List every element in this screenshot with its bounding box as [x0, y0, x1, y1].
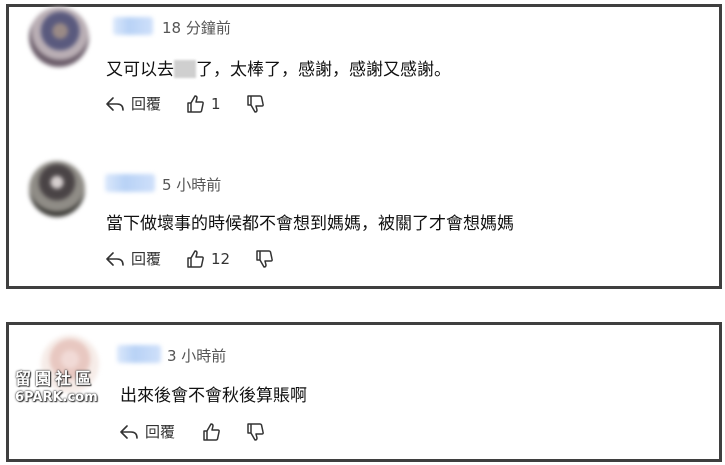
comment-text-part: 又可以去: [106, 60, 174, 80]
reply-label: 回覆: [145, 423, 176, 441]
comment-text: 又可以去 了，太棒了，感謝，感謝又感謝。: [106, 55, 451, 80]
like-button[interactable]: 12: [185, 249, 230, 269]
reply-label: 回覆: [131, 95, 162, 113]
comment-timestamp: 3 小時前: [167, 347, 227, 365]
comment-text: 當下做壞事的時候都不會想到媽媽，被關了才會想媽媽: [106, 214, 514, 234]
comment-actions: 回覆 12: [105, 248, 274, 269]
thumbs-down-icon: [247, 422, 264, 441]
thumbs-down-icon: [246, 94, 264, 113]
reply-button[interactable]: 回覆: [119, 421, 175, 442]
reply-icon: [106, 251, 124, 266]
comment-actions: 回覆: [119, 421, 265, 442]
user-avatar[interactable]: [29, 7, 89, 67]
reply-icon: [120, 424, 138, 439]
comment-text: 出來後會不會秋後算賬啊: [120, 386, 307, 406]
comment-timestamp: 5 小時前: [162, 176, 222, 194]
like-button[interactable]: [201, 422, 227, 442]
thumbs-up-icon: [187, 249, 204, 268]
censor-mask: [174, 60, 196, 78]
reply-label: 回覆: [131, 250, 162, 268]
like-button[interactable]: 1: [185, 94, 221, 114]
dislike-button[interactable]: [254, 249, 274, 269]
like-count: 1: [211, 94, 221, 113]
user-avatar[interactable]: [29, 161, 85, 217]
username-blurred[interactable]: [105, 174, 155, 192]
dislike-button[interactable]: [245, 94, 265, 114]
reply-button[interactable]: 回覆: [105, 93, 161, 114]
username-blurred[interactable]: [117, 345, 161, 363]
thumbs-down-icon: [256, 249, 273, 268]
comment-panel-2: 留園社區 6PARK.com 3 小時前 出來後會不會秋後算賬啊 回覆: [6, 322, 722, 462]
thumbs-up-icon: [203, 422, 220, 441]
watermark-line2: 6PARK.com: [15, 390, 98, 405]
comment-panel-1: 18 分鐘前 又可以去 了，太棒了，感謝，感謝又感謝。 回覆 1 5 小時前 當下…: [6, 4, 722, 289]
comment-timestamp: 18 分鐘前: [162, 19, 231, 37]
comment-text-part: 了，太棒了，感謝，感謝又感謝。: [196, 60, 451, 80]
site-watermark: 留園社區 6PARK.com: [15, 365, 98, 405]
username-blurred[interactable]: [113, 17, 153, 35]
reply-button[interactable]: 回覆: [105, 248, 161, 269]
comment-actions: 回覆 1: [105, 93, 265, 114]
like-count: 12: [211, 249, 231, 268]
dislike-button[interactable]: [245, 422, 265, 442]
watermark-line1: 留園社區: [15, 369, 96, 388]
reply-icon: [106, 96, 124, 111]
thumbs-up-icon: [187, 94, 204, 113]
